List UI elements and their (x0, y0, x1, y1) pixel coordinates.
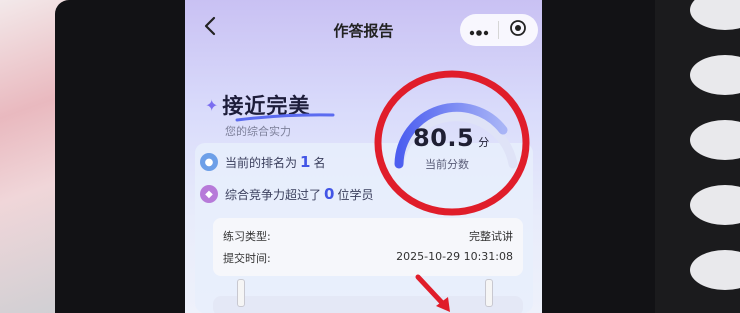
rank-row: ● 当前的排名为 1 名 (200, 153, 325, 171)
close-miniprogram-button[interactable] (499, 14, 537, 46)
target-close-icon (509, 19, 527, 41)
app-screen: 作答报告 ✦ 接近完美 您的综合实力 ● 当前的排名为 1 名 ◆ 综合竞争力超… (185, 0, 542, 313)
beat-prefix: 综合竞争力超过了 (225, 187, 322, 202)
type-label: 练习类型: (223, 230, 271, 243)
navigation-bar: 作答报告 (185, 0, 542, 60)
card-pin-left (237, 279, 245, 307)
time-value: 2025-10-29 10:31:08 (396, 250, 513, 263)
sparkle-icon: ✦ (205, 95, 219, 115)
photo-background-right (655, 0, 740, 313)
competitiveness-row: ◆ 综合竞争力超过了 0 位学员 (200, 185, 373, 203)
score-value: 80.5 (413, 124, 475, 152)
score-display: 80.5 分 (413, 124, 489, 152)
beat-value: 0 (324, 185, 335, 203)
score-label: 当前分数 (425, 158, 469, 171)
medal-icon: ◆ (200, 185, 218, 203)
miniprogram-capsule (460, 14, 538, 46)
next-card (213, 296, 523, 313)
time-label: 提交时间: (223, 252, 271, 265)
subtitle: 您的综合实力 (225, 125, 291, 138)
rank-icon: ● (200, 153, 218, 171)
type-value: 完整试讲 (469, 230, 513, 243)
more-button[interactable] (460, 14, 498, 46)
score-unit: 分 (478, 136, 490, 149)
rank-value: 1 (300, 153, 311, 171)
rank-prefix: 当前的排名为 (225, 155, 298, 170)
more-dots-icon (469, 21, 489, 40)
card-pin-right (485, 279, 493, 307)
beat-suffix: 位学员 (337, 187, 374, 202)
swoosh-decoration (235, 113, 335, 122)
details-card: 练习类型: 完整试讲 提交时间: 2025-10-29 10:31:08 (213, 218, 523, 276)
rank-suffix: 名 (313, 155, 326, 170)
headline: ✦ 接近完美 (205, 90, 335, 122)
